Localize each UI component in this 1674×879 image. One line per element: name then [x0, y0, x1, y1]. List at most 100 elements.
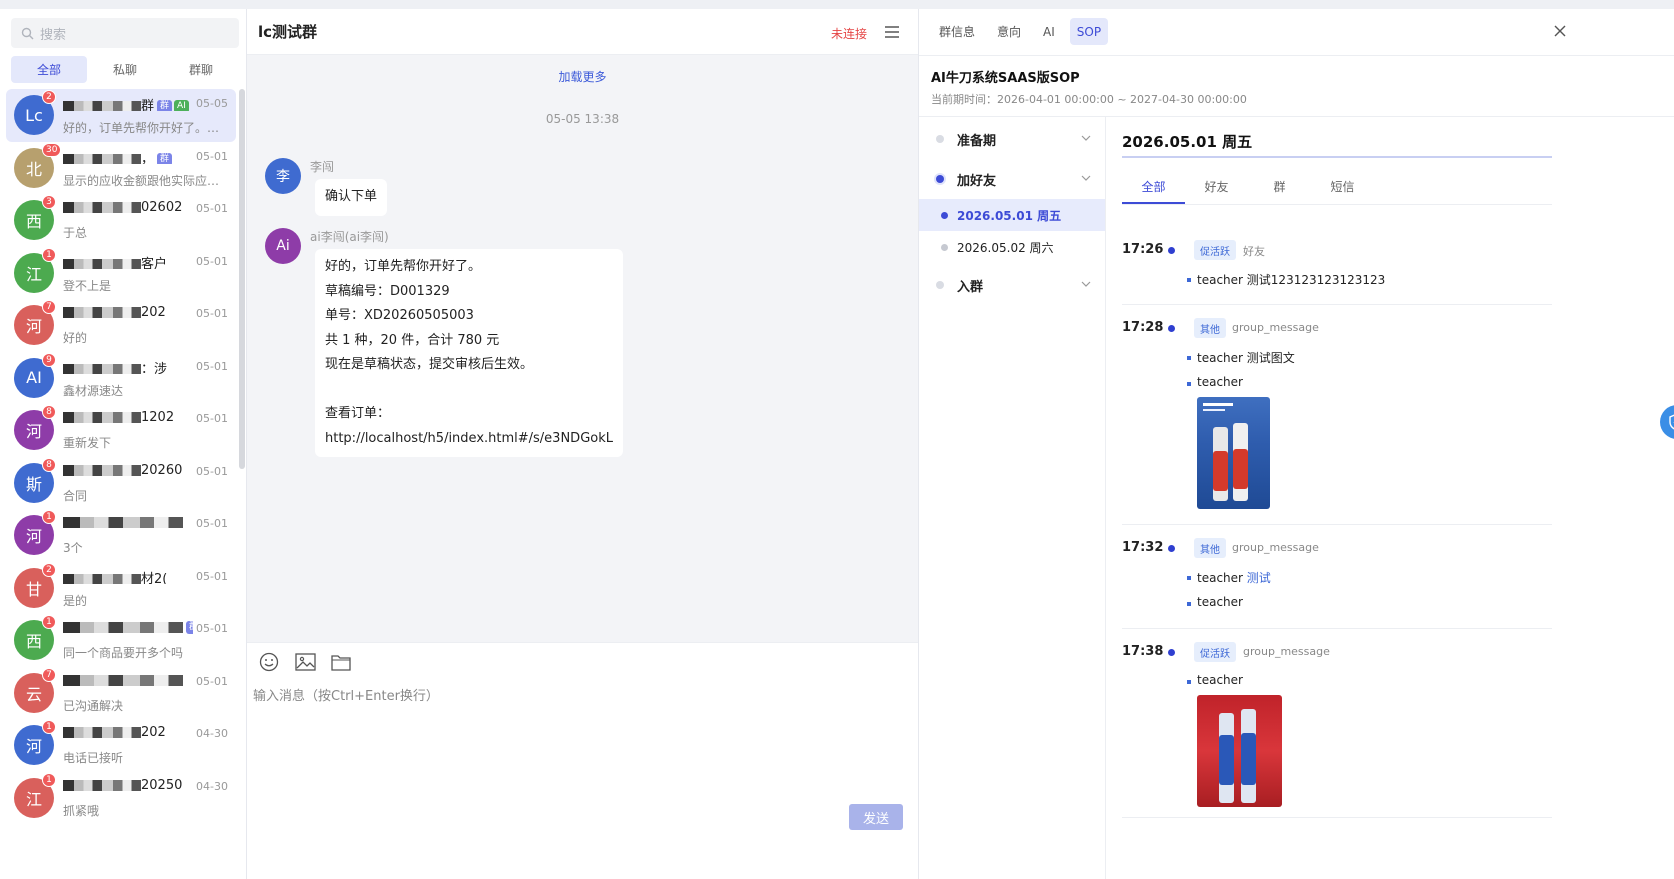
conversation-preview: 重新发下 — [63, 436, 112, 450]
redacted-name — [63, 727, 141, 738]
conversation-date: 05-01 — [196, 622, 228, 635]
task-line: teacher — [1187, 375, 1243, 389]
divider — [1122, 304, 1552, 305]
conversation-item[interactable]: 河 8 1202 05-01 重新发下 — [6, 404, 236, 457]
tab-detail-all[interactable]: 全部 — [1122, 175, 1185, 204]
image-icon[interactable] — [294, 651, 316, 673]
conversation-item[interactable]: Lc 2 群群 AI 05-05 好的，订单先帮你开好了。… — [6, 89, 236, 142]
stage-label: 入群 — [957, 279, 984, 295]
unread-badge: 1 — [42, 615, 56, 629]
task-image[interactable] — [1197, 397, 1270, 509]
conversation-item[interactable]: 河 1 202 04-30 电话已接听 — [6, 719, 236, 772]
sidebar-scrollbar[interactable] — [239, 89, 245, 469]
conversation-item[interactable]: 甘 2 材2(05-01 是的 — [6, 562, 236, 615]
folder-icon[interactable] — [330, 651, 352, 673]
tab-detail-friend[interactable]: 好友 — [1185, 175, 1248, 204]
tab-private[interactable]: 私聊 — [87, 56, 163, 83]
avatar[interactable]: Ai — [265, 228, 301, 264]
task-tag: 促活跃 — [1194, 240, 1236, 260]
task-time: 17:38 — [1122, 644, 1164, 659]
chat-header: lc测试群 未连接 — [247, 9, 918, 55]
conversation-item[interactable]: 北 30，群 05-01 显示的应收金额跟他实际应… — [6, 142, 236, 195]
group-tag: 群 — [157, 152, 173, 164]
message-bubble: 确认下单 — [315, 179, 388, 216]
menu-icon[interactable] — [884, 25, 900, 43]
conversation-item[interactable]: 斯 8 20260 05-01 合同 — [6, 457, 236, 510]
message-line: 单号：XD20260505003 — [325, 308, 474, 323]
conversation-name: 20250 — [63, 778, 193, 794]
message-bubble: 好的，订单先帮你开好了。 草稿编号：D001329 单号：XD202605050… — [315, 249, 623, 457]
message-line: 草稿编号：D001329 — [325, 283, 450, 299]
tab-sop[interactable]: SOP — [1069, 18, 1109, 45]
tab-group-info[interactable]: 群信息 — [932, 18, 982, 45]
unread-badge: 2 — [42, 90, 56, 104]
conversation-item[interactable]: 西1群05-01同一个商品要开多个吗 — [6, 614, 236, 667]
stage-label: 加好友 — [957, 173, 997, 189]
conversation-name-tail: 客户 — [141, 256, 168, 269]
task-link[interactable]: 测试 — [1247, 571, 1271, 585]
conversation-name: 02602 — [63, 200, 193, 216]
stage-label: 准备期 — [957, 133, 997, 149]
conversation-name: 20260 — [63, 463, 193, 479]
conversation-sidebar: 搜索 全部 私聊 群聊 Lc 2 群群 AI 05-05 好的，订单先帮你开好了。… 北 30… — [0, 9, 247, 879]
task-time: 17:26 — [1122, 242, 1164, 257]
conversation-preview: 于总 — [63, 226, 88, 240]
conversation-name-tail: 材2( — [141, 571, 168, 584]
conversation-name: 1202 — [63, 410, 193, 426]
stage-day-item[interactable]: 2026.05.02 周六 — [919, 231, 1105, 263]
redacted-name — [63, 464, 141, 476]
conversation-item[interactable]: AI 9 ：涉 05-01 鑫材源速达 — [6, 352, 236, 405]
task-image[interactable] — [1197, 695, 1282, 807]
conversation-name-tail: 20260 — [141, 462, 183, 478]
task-sender: teacher — [1197, 273, 1243, 287]
tab-all[interactable]: 全部 — [11, 56, 87, 83]
conversation-name: 材2( — [63, 568, 193, 584]
stage-add-friend[interactable]: 加好友 — [919, 159, 1105, 199]
conversation-item[interactable]: 江 1 20250 04-30 抓紧哦 — [6, 772, 236, 825]
stage-day-item[interactable]: 2026.05.01 周五 — [919, 199, 1105, 231]
send-button[interactable]: 发送 — [849, 804, 903, 830]
conversation-preview: 电话已接听 — [63, 751, 124, 765]
message-line: 查看订单： — [325, 406, 391, 421]
conversation-date: 05-01 — [196, 359, 228, 373]
message-input[interactable]: 输入消息（按Ctrl+Enter换行） — [253, 685, 439, 704]
ai-assistant-button[interactable] — [1660, 405, 1674, 439]
conversation-item[interactable]: 江 1 客户 05-01 登不上是 — [6, 247, 236, 300]
conversation-preview: 合同 — [63, 488, 88, 503]
tab-group[interactable]: 群聊 — [163, 56, 239, 83]
tab-detail-group[interactable]: 群 — [1248, 175, 1311, 204]
task-line: teacher — [1187, 673, 1243, 687]
panel-tabs: 群信息 意向 AI SOP — [932, 18, 1109, 45]
sop-period: 当前期时间：2026-04-01 00:00:00 ~ 2027-04-30 0… — [931, 93, 1247, 106]
emoji-icon[interactable] — [258, 651, 280, 673]
tab-detail-sms[interactable]: 短信 — [1311, 175, 1374, 204]
search-input[interactable]: 搜索 — [40, 24, 66, 43]
group-tag: 群 — [186, 621, 193, 634]
unread-badge: 1 — [42, 720, 56, 734]
message-line: 好的，订单先帮你开好了。 — [325, 259, 482, 274]
task-dot — [1168, 247, 1175, 254]
unread-badge: 3 — [42, 195, 56, 209]
conversation-name: 群群 AI — [63, 95, 193, 111]
day-dot — [941, 212, 948, 219]
conversation-item[interactable]: 云 7 05-01 已沟通解决 — [6, 667, 236, 720]
tab-intent[interactable]: 意向 — [990, 18, 1028, 45]
search-box[interactable]: 搜索 — [11, 18, 239, 48]
conversation-item[interactable]: 西 3 02602 05-01 于总 — [6, 194, 236, 247]
message-sender: 李闯 — [310, 160, 335, 174]
avatar[interactable]: 李 — [265, 158, 301, 194]
close-icon[interactable] — [1554, 25, 1566, 41]
redacted-name — [63, 674, 183, 686]
conversation-item[interactable]: 河 1 05-01 3个 — [6, 509, 236, 562]
load-more-link[interactable]: 加载更多 — [247, 68, 918, 85]
stage-join-group[interactable]: 入群 — [919, 265, 1105, 305]
conversation-filter-tabs: 全部 私聊 群聊 — [11, 56, 239, 83]
conversation-item[interactable]: 河 7 202 05-01 好的 — [6, 299, 236, 352]
tab-ai[interactable]: AI — [1036, 18, 1062, 45]
task-type: group_message — [1232, 321, 1319, 334]
task-sender: teacher — [1197, 595, 1243, 609]
stage-prep[interactable]: 准备期 — [919, 119, 1105, 159]
task-tag: 其他 — [1194, 538, 1226, 558]
order-link[interactable]: http://localhost/h5/index.html#/s/e3NDGo… — [325, 427, 613, 452]
task-type: 好友 — [1243, 245, 1265, 258]
